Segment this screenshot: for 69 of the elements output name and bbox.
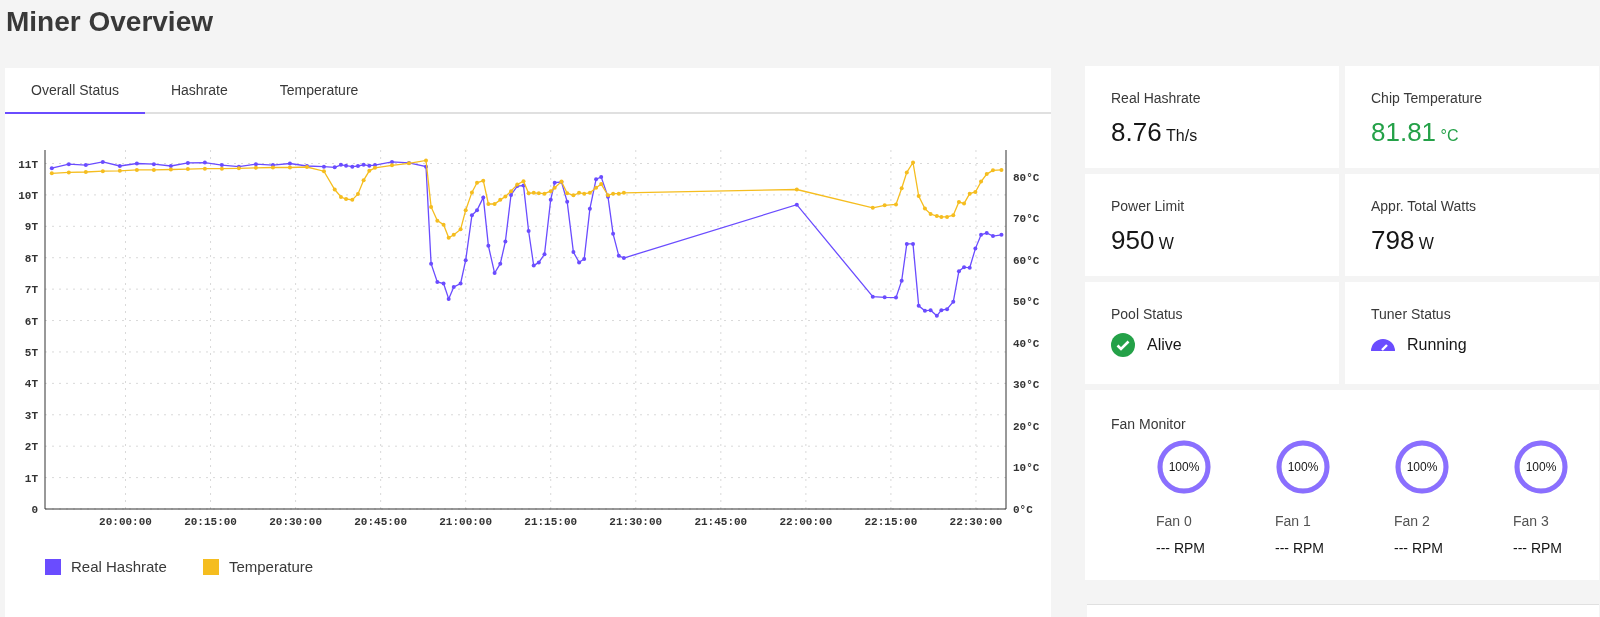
stat-label: Appr. Total Watts: [1371, 197, 1478, 216]
fan-name: Fan 0: [1156, 512, 1192, 531]
y2-axis-label: 10°C: [1013, 462, 1040, 475]
metric-value: 81.81 °C: [1371, 116, 1460, 149]
legend-label: Real Hashrate: [71, 557, 167, 577]
x-axis-label: 22:30:00: [949, 516, 1003, 528]
stat-label: Power Limit: [1111, 197, 1186, 216]
y-axis-label: 6T: [24, 315, 38, 328]
y-axis-label: 0: [31, 504, 38, 516]
y-axis-label: 4T: [24, 378, 38, 391]
fan-percent: 100%: [1287, 460, 1319, 474]
y2-axis-label: 20°C: [1013, 420, 1040, 433]
stat-label: Chip Temperature: [1371, 89, 1484, 108]
y2-axis-label: 60°C: [1013, 254, 1040, 267]
fan-name: Fan 2: [1394, 512, 1430, 531]
fan-speed: --- RPM: [1156, 539, 1205, 558]
x-axis-label: 21:00:00: [439, 516, 493, 528]
gauge-icon: [1371, 339, 1395, 351]
y2-axis-label: 30°C: [1013, 379, 1040, 392]
card-title: Fan Monitor: [1111, 415, 1187, 434]
tab[interactable]: Temperature: [253, 68, 385, 114]
y-axis-label: 2T: [24, 441, 38, 454]
y2-axis-label: 70°C: [1013, 213, 1040, 226]
x-axis-label: 21:15:00: [524, 516, 578, 528]
y-axis-label: 1T: [24, 472, 38, 485]
status-text: Running: [1407, 335, 1467, 355]
y-axis-label: 5T: [24, 346, 38, 359]
fan-name: Fan 1: [1275, 512, 1311, 531]
y2-axis-label: 80°C: [1013, 171, 1040, 184]
fan-name: Fan 3: [1513, 512, 1549, 531]
fan-speed: --- RPM: [1394, 539, 1443, 558]
fan-gauge: [1513, 439, 1569, 495]
stat-label: Tuner Status: [1371, 305, 1452, 324]
fan-speed: --- RPM: [1513, 539, 1562, 558]
y-axis-label: 7T: [24, 284, 38, 297]
x-axis-label: 21:30:00: [609, 516, 663, 528]
y-axis-label: 3T: [24, 409, 38, 422]
fan-percent: 100%: [1406, 460, 1438, 474]
fan-gauge: [1275, 439, 1331, 495]
tab[interactable]: Overall Status: [5, 68, 145, 114]
metric-value: 950 W: [1111, 224, 1175, 257]
y-axis-label: 9T: [24, 221, 38, 234]
check-circle-icon: [1111, 333, 1135, 357]
x-axis-label: 21:45:00: [694, 516, 748, 528]
y2-axis-label: 0°C: [1013, 504, 1033, 516]
y2-axis-label: 50°C: [1013, 296, 1040, 309]
y2-axis-label: 40°C: [1013, 337, 1040, 350]
status-text: Alive: [1147, 335, 1182, 355]
fan-percent: 100%: [1525, 460, 1557, 474]
stat-label: Real Hashrate: [1111, 89, 1202, 108]
y-axis-label: 10T: [18, 189, 38, 202]
x-axis-label: 22:00:00: [779, 516, 833, 528]
y-axis-label: 8T: [24, 252, 38, 265]
y-axis-label: 11T: [18, 158, 38, 171]
x-axis-label: 20:15:00: [184, 516, 237, 528]
tab[interactable]: Hashrate: [144, 68, 254, 114]
x-axis-label: 20:00:00: [99, 516, 152, 528]
x-axis-label: 20:45:00: [354, 516, 408, 528]
stat-label: Pool Status: [1111, 305, 1184, 324]
page-title: Miner Overview: [5, 5, 214, 39]
fan-gauge: [1394, 439, 1450, 495]
fan-speed: --- RPM: [1275, 539, 1324, 558]
x-axis-label: 20:30:00: [269, 516, 322, 528]
fan-gauge: [1156, 439, 1212, 495]
legend-label: Temperature: [228, 557, 314, 577]
x-axis-label: 22:15:00: [864, 516, 918, 528]
fan-percent: 100%: [1168, 460, 1200, 474]
metric-value: 798 W: [1371, 224, 1435, 257]
metric-value: 8.76 Th/s: [1111, 116, 1199, 149]
